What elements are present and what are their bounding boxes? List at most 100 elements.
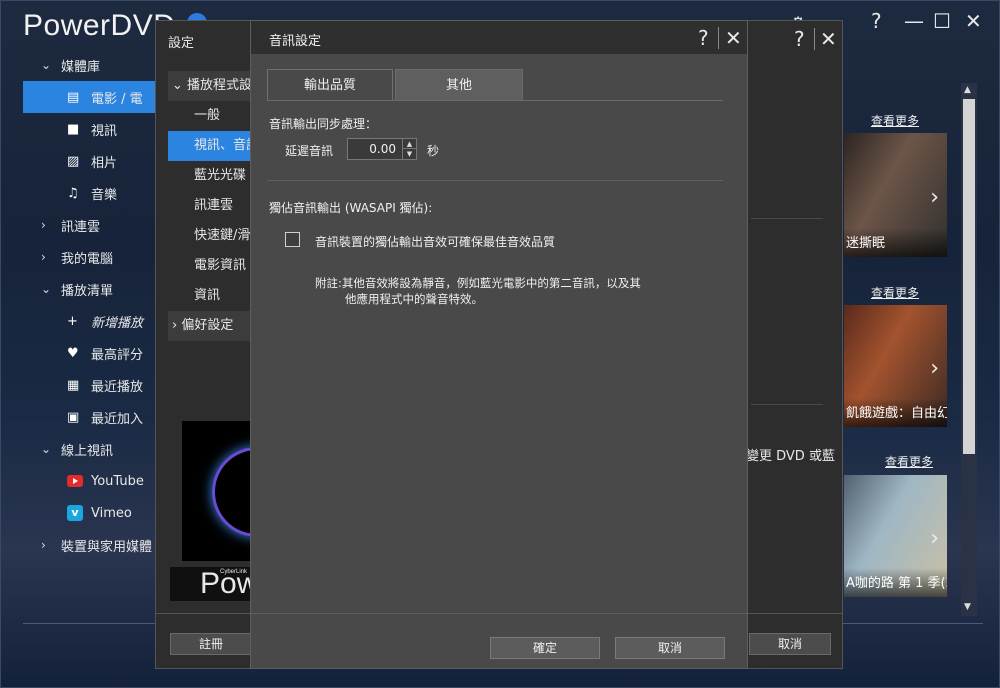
vimeo-icon: v — [67, 505, 83, 521]
nav-bluray[interactable]: 藍光光碟 — [168, 161, 252, 191]
close-button[interactable]: ✕ — [965, 9, 982, 33]
sidebar-item-label: 新增播放 — [91, 315, 144, 331]
music-note-icon: ♫ — [67, 185, 79, 201]
scroll-down-icon[interactable]: ▼ — [964, 602, 971, 612]
nav-label: 偏好設定 — [181, 318, 234, 333]
dvd-change-text: 變更 DVD 或藍 — [746, 449, 835, 464]
sidebar-item-label: 裝置與家用媒體 — [61, 539, 153, 555]
close-button[interactable]: ✕ — [820, 27, 837, 51]
sidebar-item-devices[interactable]: › 裝置與家用媒體 — [23, 529, 158, 561]
sidebar-item-my-computer[interactable]: › 我的電腦 — [23, 241, 158, 273]
stepper-down-icon[interactable]: ▼ — [403, 149, 416, 159]
sidebar-item-music[interactable]: ♫ 音樂 — [23, 177, 158, 209]
sidebar-item-photos[interactable]: ▨ 相片 — [23, 145, 158, 177]
nav-label: 播放程式設定 — [187, 78, 252, 93]
divider — [251, 613, 747, 614]
media-card-caption: 迷撕眠 — [844, 228, 947, 257]
close-button[interactable]: ✕ — [725, 26, 742, 50]
chevron-right-icon: › — [41, 538, 46, 552]
sidebar-item-top-rated[interactable]: ♥ 最高評分 — [23, 337, 158, 369]
divider — [267, 180, 723, 181]
sidebar-item-movies[interactable]: ▤ 電影 / 電 — [23, 81, 158, 113]
media-card[interactable]: › A咖的路 第 1 季(2 — [844, 475, 947, 597]
sync-heading: 音訊輸出同步處理： — [269, 117, 378, 131]
delay-label: 延遲音訊 — [285, 144, 334, 158]
help-button[interactable]: ? — [698, 26, 709, 50]
nav-cloud[interactable]: 訊連雲 — [168, 191, 252, 221]
help-button[interactable]: ? — [871, 9, 882, 33]
exclusive-output-checkbox[interactable] — [285, 232, 300, 247]
divider — [814, 28, 815, 50]
nav-movie-info[interactable]: 電影資訊 — [168, 251, 252, 281]
stepper-up-icon[interactable]: ▲ — [403, 139, 416, 149]
note-line-1: 附註:其他音效將設為靜音，例如藍光電影中的第二音訊，以及其 — [315, 276, 641, 290]
app-title: PowerDVD — [23, 9, 176, 42]
sidebar-item-label: 視訊 — [91, 123, 118, 139]
media-card[interactable]: › 飢餓遊戲：自由幻 — [844, 305, 947, 427]
see-more-link[interactable]: 查看更多 — [871, 112, 919, 129]
minimize-button[interactable]: — — [904, 9, 924, 33]
tab-output-quality[interactable]: 輸出品質 — [267, 69, 393, 100]
cancel-button[interactable]: 取消 — [749, 633, 831, 655]
delay-unit: 秒 — [427, 144, 440, 158]
stepper-buttons: ▲ ▼ — [402, 139, 416, 159]
scroll-up-icon[interactable]: ▲ — [964, 85, 971, 95]
recent-icon: ▦ — [67, 377, 80, 393]
sidebar: ⌄ 媒體庫 ▤ 電影 / 電 ■ 視訊 ▨ 相片 ♫ 音樂 › 訊連雲 › 我的… — [23, 49, 158, 561]
sidebar-item-youtube[interactable]: YouTube — [23, 465, 158, 497]
cancel-button[interactable]: 取消 — [615, 637, 725, 659]
nav-hotkeys[interactable]: 快速鍵/滑鼠 — [168, 221, 252, 251]
see-more-link[interactable]: 查看更多 — [871, 284, 919, 301]
sidebar-item-online-videos[interactable]: ⌄ 線上視訊 — [23, 433, 158, 465]
ok-button[interactable]: 確定 — [490, 637, 600, 659]
exclusive-checkbox-label[interactable]: 音訊裝置的獨佔輸出音效可確保最佳音效品質 — [315, 233, 555, 250]
divider — [751, 404, 823, 405]
media-card[interactable]: › 迷撕眠 — [844, 133, 947, 257]
delay-stepper[interactable]: 0.00 ▲ ▼ — [347, 138, 417, 160]
plus-icon: + — [67, 313, 78, 329]
chevron-right-icon[interactable]: › — [930, 356, 939, 381]
maximize-button[interactable]: ☐ — [933, 9, 951, 33]
sidebar-item-label: 音樂 — [91, 187, 118, 203]
delay-value[interactable]: 0.00 — [348, 139, 402, 159]
exclusive-heading: 獨佔音訊輸出 (WASAPI 獨佔): — [269, 201, 433, 215]
youtube-icon — [67, 475, 83, 487]
content-scrollbar[interactable]: ▲ ▼ — [961, 83, 977, 616]
register-button[interactable]: 註冊 — [170, 633, 252, 655]
help-button[interactable]: ? — [794, 27, 805, 51]
logo-brand: CyberLink — [220, 569, 248, 575]
sidebar-item-new-playlist[interactable]: + 新增播放 — [23, 305, 158, 337]
sidebar-item-recently-added[interactable]: ▣ 最近加入 — [23, 401, 158, 433]
photo-icon: ▨ — [67, 153, 80, 169]
note-line-2: 他應用程式中的聲音特效。 — [345, 292, 483, 306]
nav-general[interactable]: 一般 — [168, 101, 252, 131]
chevron-down-icon: ⌄ — [41, 442, 52, 456]
chevron-down-icon: ⌄ — [172, 78, 188, 93]
film-icon: ▤ — [67, 89, 80, 105]
chevron-right-icon[interactable]: › — [930, 185, 939, 210]
sidebar-item-label: 最近播放 — [91, 379, 144, 395]
sidebar-item-cyberlink-cloud[interactable]: › 訊連雲 — [23, 209, 158, 241]
sidebar-item-label: YouTube — [91, 473, 144, 489]
nav-preferences[interactable]: › 偏好設定 — [168, 311, 252, 341]
sidebar-item-videos[interactable]: ■ 視訊 — [23, 113, 158, 145]
chevron-down-icon: ⌄ — [41, 282, 52, 296]
sidebar-item-library[interactable]: ⌄ 媒體庫 — [23, 49, 158, 81]
sidebar-item-label: 電影 / 電 — [91, 91, 143, 107]
nav-player-settings[interactable]: ⌄ 播放程式設定 — [168, 71, 252, 101]
chevron-right-icon: › — [41, 250, 46, 264]
sidebar-item-playlists[interactable]: ⌄ 播放清單 — [23, 273, 158, 305]
audio-settings-dialog: 音訊設定 ? ✕ 輸出品質 其他 音訊輸出同步處理： 延遲音訊 0.00 ▲ ▼… — [250, 20, 748, 669]
heart-icon: ♥ — [67, 345, 79, 361]
video-camera-icon: ■ — [67, 121, 80, 137]
nav-info[interactable]: 資訊 — [168, 281, 252, 311]
sidebar-item-label: Vimeo — [91, 505, 132, 521]
scrollbar-thumb[interactable] — [963, 99, 975, 454]
see-more-link[interactable]: 查看更多 — [885, 453, 933, 470]
audio-dialog-title: 音訊設定 — [269, 34, 322, 49]
chevron-right-icon[interactable]: › — [930, 526, 939, 551]
sidebar-item-vimeo[interactable]: v Vimeo — [23, 497, 158, 529]
tab-other[interactable]: 其他 — [395, 69, 523, 100]
sidebar-item-recently-played[interactable]: ▦ 最近播放 — [23, 369, 158, 401]
nav-video-audio[interactable]: 視訊、音訊 — [168, 131, 252, 161]
